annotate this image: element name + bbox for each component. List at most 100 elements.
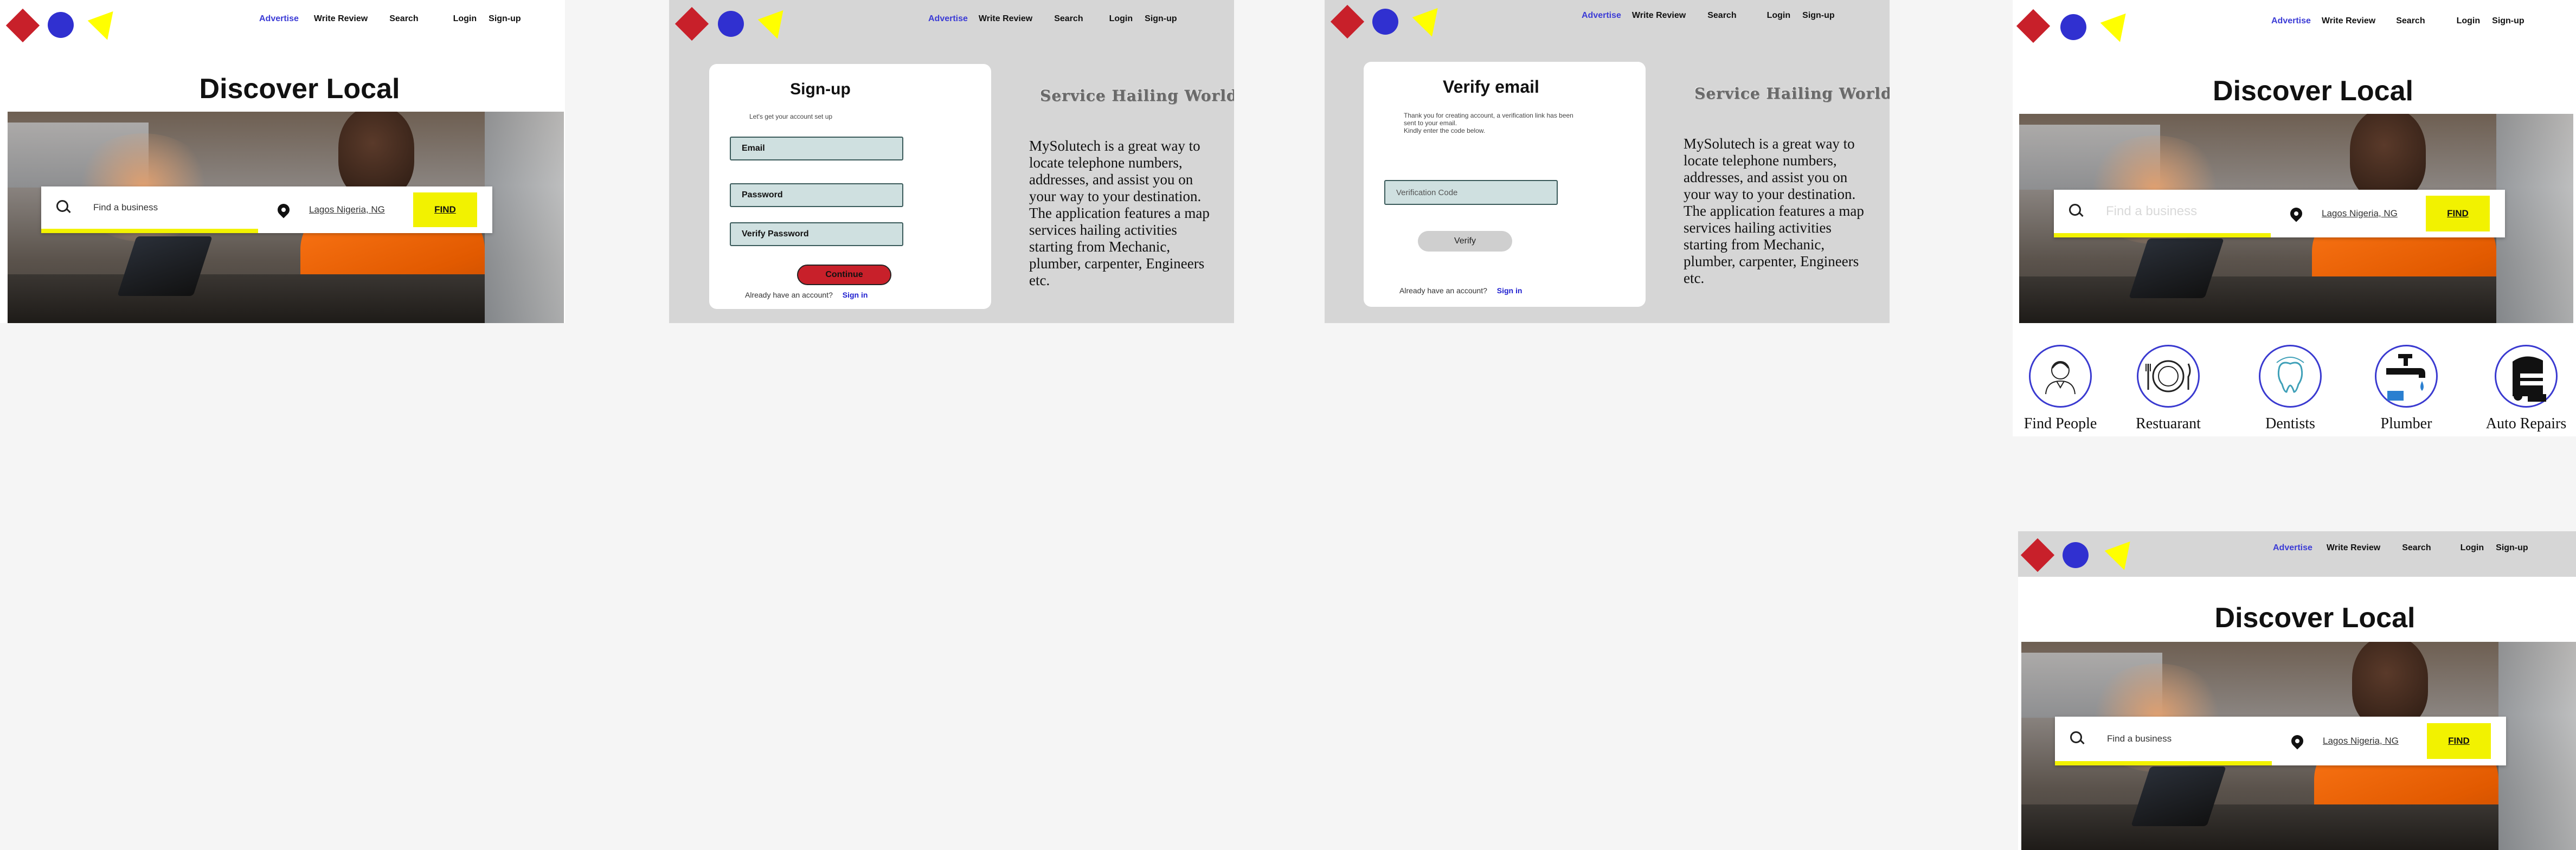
nav-search[interactable]: Search: [1054, 14, 1083, 24]
side-heading: Service Hailing World: [1040, 87, 1234, 105]
nav-advertise[interactable]: Advertise: [928, 14, 968, 24]
search-input[interactable]: Find a business: [93, 202, 158, 213]
location-pin-icon: [275, 201, 292, 218]
plate-icon: [2145, 360, 2191, 392]
logo[interactable]: [0, 0, 141, 49]
location-segment: Lagos Nigeria, NG: [2271, 190, 2426, 237]
nav-login[interactable]: Login: [1767, 11, 1791, 21]
category-restaurant[interactable]: Restuarant: [2114, 345, 2222, 433]
nav-signup[interactable]: Sign-up: [1802, 11, 1835, 21]
search-segment: Find a business: [2055, 717, 2272, 765]
top-nav: Advertise Write Review Search Login Sign…: [259, 14, 521, 24]
category-find-people[interactable]: Find People: [2013, 345, 2115, 433]
nav-login[interactable]: Login: [2461, 543, 2484, 553]
have-account-text: Already have an account?: [745, 291, 833, 299]
logo[interactable]: [669, 0, 810, 49]
verification-code-field[interactable]: Verification Code: [1384, 180, 1558, 205]
verify-button[interactable]: Verify: [1418, 231, 1512, 252]
signup-subtitle: Let's get your account set up: [749, 113, 833, 120]
nav-search[interactable]: Search: [2396, 16, 2425, 26]
nav-advertise[interactable]: Advertise: [259, 14, 299, 24]
location-input[interactable]: Lagos Nigeria, NG: [309, 204, 385, 215]
top-nav: Advertise Write Review Search Login Sign…: [928, 14, 1177, 24]
page-title: Discover Local: [199, 73, 400, 105]
nav-write-review[interactable]: Write Review: [979, 14, 1032, 24]
top-nav: Advertise Write Review Search Login Sign…: [2273, 543, 2528, 553]
nav-write-review[interactable]: Write Review: [2322, 16, 2375, 26]
nav-signup[interactable]: Sign-up: [2492, 16, 2524, 26]
logo[interactable]: [2018, 531, 2159, 580]
nav-signup[interactable]: Sign-up: [1145, 14, 1177, 24]
nav-advertise[interactable]: Advertise: [2271, 16, 2311, 26]
nav-write-review[interactable]: Write Review: [314, 14, 368, 24]
search-bar: Find a business Lagos Nigeria, NG FIND: [41, 186, 492, 233]
home-categories-frame: Advertise Write Review Search Login Sign…: [2013, 0, 2576, 436]
nav-search[interactable]: Search: [389, 14, 418, 24]
signin-prompt: Already have an account? Sign in: [745, 291, 868, 299]
verify-message: Thank you for creating account, a verifi…: [1404, 112, 1573, 134]
nav-search[interactable]: Search: [2402, 543, 2431, 553]
category-plumber[interactable]: Plumber: [2352, 345, 2461, 433]
verify-title: Verify email: [1443, 77, 1539, 96]
nav-advertise[interactable]: Advertise: [2273, 543, 2312, 553]
side-description: MySolutech is a great way to locate tele…: [1029, 138, 1210, 288]
logo[interactable]: [2013, 0, 2154, 49]
search-icon: [2070, 731, 2085, 746]
logo[interactable]: [1325, 0, 1466, 49]
nav-login[interactable]: Login: [453, 14, 477, 24]
signup-card: Sign-up Let's get your account set up Em…: [709, 64, 991, 309]
location-input[interactable]: Lagos Nigeria, NG: [2323, 736, 2399, 746]
continue-button[interactable]: Continue: [797, 265, 891, 285]
page-title: Discover Local: [2213, 75, 2413, 107]
verify-password-field[interactable]: Verify Password: [730, 222, 903, 246]
category-label: Plumber: [2380, 415, 2432, 432]
search-icon: [2069, 204, 2084, 219]
email-field[interactable]: Email: [730, 137, 903, 160]
have-account-text: Already have an account?: [1399, 286, 1487, 295]
nav-write-review[interactable]: Write Review: [1632, 11, 1686, 21]
nav-login[interactable]: Login: [2457, 16, 2481, 26]
password-field[interactable]: Password: [730, 183, 903, 207]
category-label: Restuarant: [2136, 415, 2201, 432]
top-nav: Advertise Write Review Search Login Sign…: [1582, 11, 1835, 21]
search-input[interactable]: Find a business: [2106, 204, 2197, 219]
search-segment: Find a business: [2054, 190, 2271, 237]
tooth-icon: [2276, 357, 2304, 393]
faucet-icon: [2386, 354, 2425, 401]
nav-signup[interactable]: Sign-up: [2496, 543, 2528, 553]
find-button[interactable]: FIND: [2427, 723, 2491, 759]
search-icon: [56, 200, 72, 215]
side-heading: Service Hailing World: [1694, 85, 1890, 102]
signin-prompt: Already have an account? Sign in: [1399, 286, 1522, 295]
car-icon: [2513, 356, 2546, 402]
side-description: MySolutech is a great way to locate tele…: [1684, 136, 1864, 286]
search-bar: Find a business Lagos Nigeria, NG FIND: [2055, 717, 2506, 765]
signin-link[interactable]: Sign in: [843, 291, 868, 299]
location-pin-icon: [2288, 205, 2305, 222]
signup-frame: Advertise Write Review Search Login Sign…: [669, 0, 1234, 323]
signin-link[interactable]: Sign in: [1497, 286, 1523, 295]
verify-card: Verify email Thank you for creating acco…: [1364, 62, 1646, 307]
person-icon: [2045, 361, 2076, 395]
nav-advertise[interactable]: Advertise: [1582, 11, 1621, 21]
nav-write-review[interactable]: Write Review: [2327, 543, 2380, 553]
find-button[interactable]: FIND: [2426, 196, 2490, 231]
category-auto-repairs[interactable]: Auto Repairs: [2472, 345, 2576, 433]
nav-signup[interactable]: Sign-up: [489, 14, 521, 24]
search-bar: Find a business Lagos Nigeria, NG FIND: [2054, 190, 2505, 237]
nav-login[interactable]: Login: [1109, 14, 1133, 24]
home-frame: Advertise Write Review Search Login Sign…: [0, 0, 565, 323]
category-dentists[interactable]: Dentists: [2236, 345, 2344, 433]
find-button[interactable]: FIND: [413, 192, 477, 227]
category-label: Dentists: [2265, 415, 2315, 432]
location-pin-icon: [2289, 732, 2306, 750]
location-input[interactable]: Lagos Nigeria, NG: [2322, 208, 2398, 219]
top-nav: Advertise Write Review Search Login Sign…: [2271, 16, 2524, 26]
search-input[interactable]: Find a business: [2107, 733, 2172, 744]
location-segment: Lagos Nigeria, NG: [2272, 717, 2427, 765]
verify-frame: Advertise Write Review Search Login Sign…: [1325, 0, 1890, 323]
category-label: Auto Repairs: [2485, 415, 2567, 432]
home-frame-alt: Advertise Write Review Search Login Sign…: [2018, 531, 2576, 850]
category-label: Find People: [2023, 415, 2097, 432]
nav-search[interactable]: Search: [1707, 11, 1736, 21]
